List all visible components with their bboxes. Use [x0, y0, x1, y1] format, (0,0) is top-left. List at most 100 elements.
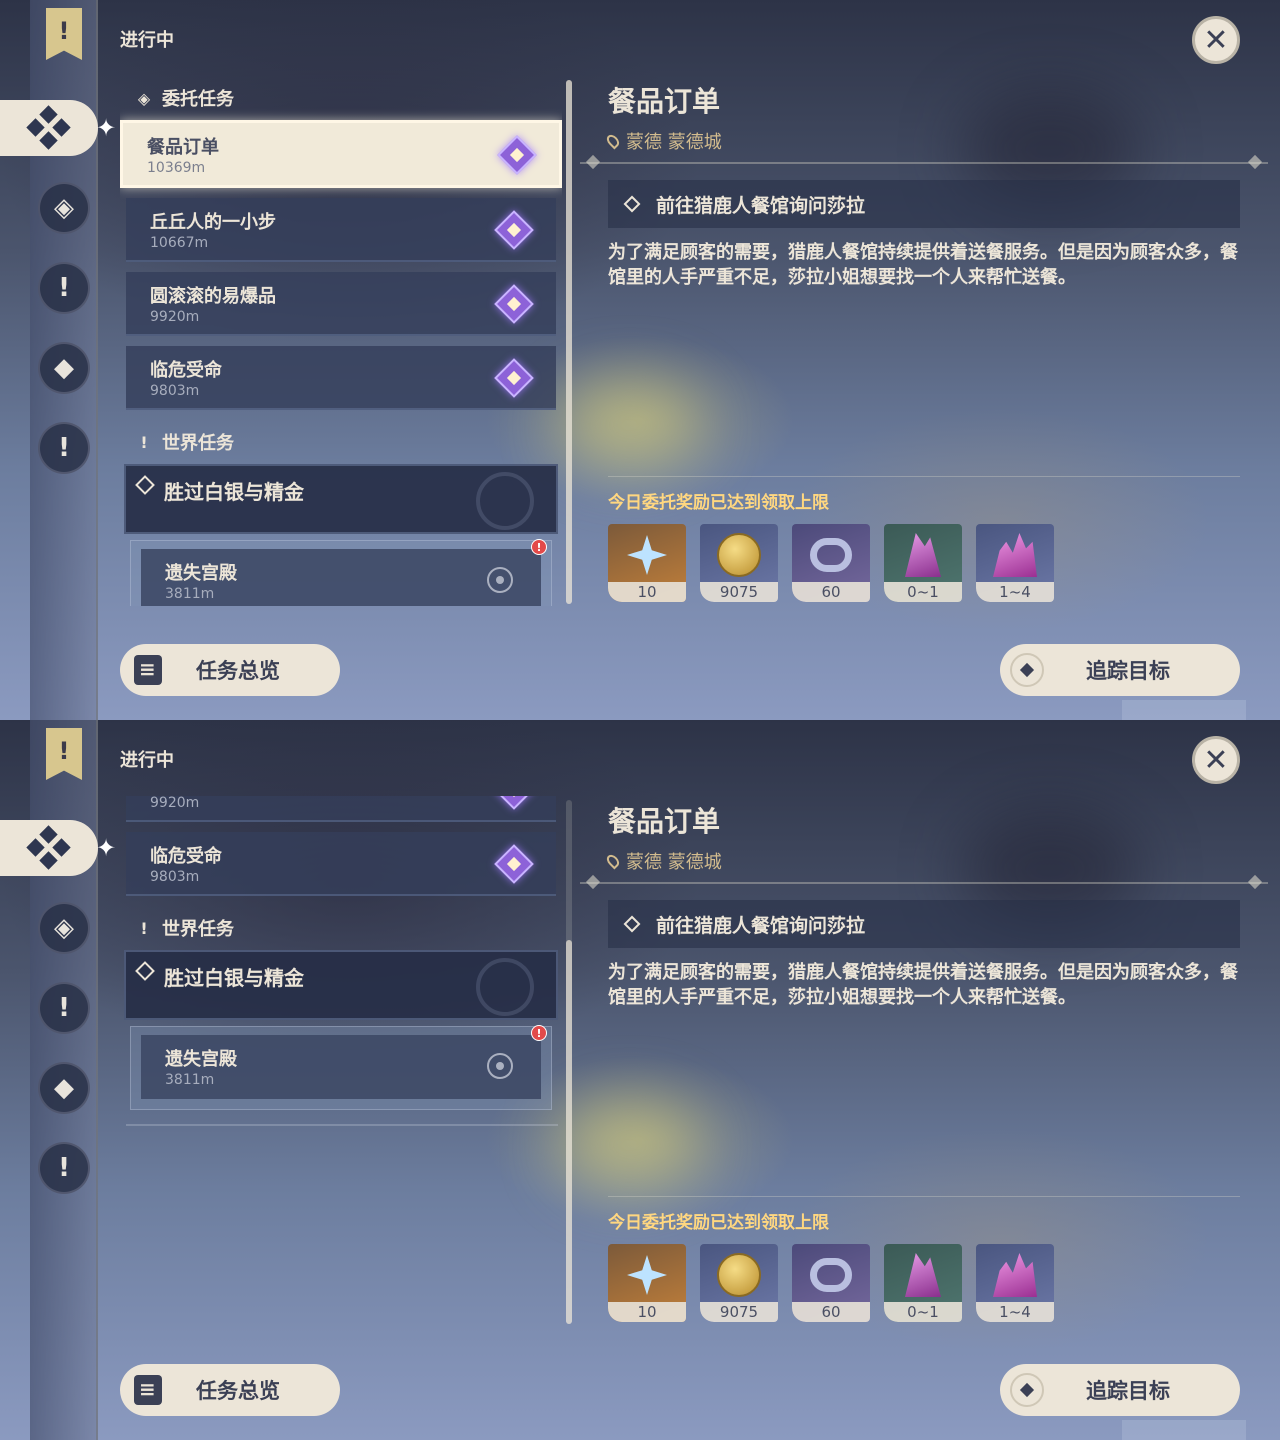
- overview-icon: [134, 655, 162, 685]
- button-label: 追踪目标: [1086, 1379, 1170, 1403]
- track-icon: [1010, 1373, 1044, 1407]
- world-quest-item[interactable]: 胜过白银与精金: [124, 464, 558, 534]
- reward-amount: 10: [608, 1302, 686, 1322]
- commission-badge-icon: [494, 796, 534, 810]
- mora-icon: [714, 1252, 764, 1298]
- quest-distance: 9920m: [150, 309, 200, 325]
- section-title: 进行中: [120, 30, 174, 51]
- quest-item[interactable]: 圆滚滚的易爆品 9920m: [126, 796, 556, 822]
- archon-quest-tab[interactable]: ◈: [38, 902, 90, 954]
- world-quest-name: 胜过白银与精金: [164, 480, 304, 504]
- quest-item[interactable]: 丘丘人的一小步 10667m: [126, 198, 556, 262]
- quest-list-scrollbar[interactable]: [566, 800, 572, 1324]
- close-button[interactable]: ✕: [1192, 736, 1240, 784]
- reward-amount: 1~4: [976, 1302, 1054, 1322]
- reward-item[interactable]: 1~4: [976, 1244, 1054, 1322]
- close-button[interactable]: ✕: [1192, 16, 1240, 64]
- commission-badge-icon: [494, 284, 534, 324]
- quest-list[interactable]: ◈ 委托任务 餐品订单 10369m 丘丘人的一小步 10667m 圆滚滚的易爆…: [120, 76, 562, 606]
- quest-overview-button[interactable]: 任务总览: [120, 644, 340, 696]
- objective-text: 前往猎鹿人餐馆询问莎拉: [656, 194, 866, 217]
- quest-item[interactable]: 圆滚滚的易爆品 9920m: [126, 272, 556, 336]
- commission-tab[interactable]: [0, 100, 98, 156]
- reward-amount: 10: [608, 582, 686, 602]
- reward-item[interactable]: 9075: [700, 1244, 778, 1322]
- primogem-icon: [622, 532, 672, 578]
- mora-icon: [714, 532, 764, 578]
- crystal-cluster-icon: [990, 1252, 1040, 1298]
- world-quest-tab[interactable]: !: [38, 262, 90, 314]
- quest-objective: 前往猎鹿人餐馆询问莎拉: [608, 900, 1240, 948]
- location-pin-icon[interactable]: [487, 567, 513, 593]
- friendship-icon: [806, 1252, 856, 1298]
- sub-quest-container: 遗失宫殿 3811m !: [130, 1025, 552, 1110]
- location-pin-icon[interactable]: [487, 1053, 513, 1079]
- quest-name: 圆滚滚的易爆品: [150, 286, 276, 307]
- world-quest-tab[interactable]: !: [38, 982, 90, 1034]
- sparkle-icon: ✦: [96, 834, 117, 862]
- objective-diamond-icon: [623, 195, 641, 213]
- objective-diamond-icon: [623, 915, 641, 933]
- event-quest-tab[interactable]: ◆: [38, 342, 90, 394]
- reward-item[interactable]: 0~1: [884, 1244, 962, 1322]
- crystal-cluster-icon: [990, 532, 1040, 578]
- quest-list[interactable]: ◈ 委托任务 餐品订单 10369m 丘丘人的一小步 10667m 圆滚滚的易爆…: [120, 796, 562, 1326]
- alert-quest-tab[interactable]: !: [38, 422, 90, 474]
- commission-icon: [26, 105, 71, 150]
- sub-quest-name: 遗失宫殿: [165, 563, 237, 584]
- quest-list-scrollbar[interactable]: [566, 80, 572, 604]
- sparkle-icon: ✦: [96, 114, 117, 142]
- reward-item[interactable]: 9075: [700, 524, 778, 602]
- quest-distance: 9803m: [150, 383, 200, 399]
- archon-quest-tab[interactable]: ◈: [38, 182, 90, 234]
- world-quest-item[interactable]: 胜过白银与精金: [124, 950, 558, 1020]
- reward-item[interactable]: 0~1: [884, 524, 962, 602]
- list-end-divider: [126, 1124, 558, 1126]
- quest-item[interactable]: 临危受命 9803m: [126, 832, 556, 896]
- quest-distance: 9803m: [150, 869, 200, 885]
- event-quest-icon: ◆: [54, 1073, 74, 1103]
- reward-item[interactable]: 60: [792, 524, 870, 602]
- quest-item-selected[interactable]: 餐品订单 10369m: [120, 120, 562, 188]
- quest-item[interactable]: 临危受命 9803m: [126, 346, 556, 410]
- sub-quest-distance: 3811m: [165, 586, 215, 602]
- reward-item[interactable]: 1~4: [976, 524, 1054, 602]
- reward-amount: 9075: [700, 582, 778, 602]
- sub-quest-name: 遗失宫殿: [165, 1049, 237, 1070]
- reward-item[interactable]: 10: [608, 1244, 686, 1322]
- reward-amount: 0~1: [884, 1302, 962, 1322]
- quest-distance: 9920m: [150, 796, 200, 811]
- event-quest-tab[interactable]: ◆: [38, 1062, 90, 1114]
- reward-item[interactable]: 10: [608, 524, 686, 602]
- scroll-thumb[interactable]: [566, 940, 572, 1324]
- detail-location: 蒙德 蒙德城: [604, 128, 1240, 154]
- reward-item[interactable]: 60: [792, 1244, 870, 1322]
- commission-tab[interactable]: [0, 820, 98, 876]
- world-quest-name: 胜过白银与精金: [164, 966, 304, 990]
- friendship-icon: [806, 532, 856, 578]
- quest-overview-button[interactable]: 任务总览: [120, 1364, 340, 1416]
- world-category-icon: !: [140, 918, 148, 938]
- quest-screen-top: ! ✦ ◈ ! ◆ ! 进行中 ✕ ◈ 委托任务 餐品订单 10369m 丘丘人…: [0, 0, 1280, 720]
- button-label: 任务总览: [196, 659, 280, 683]
- alert-quest-tab[interactable]: !: [38, 1142, 90, 1194]
- track-button[interactable]: 追踪目标: [1000, 644, 1240, 696]
- event-quest-icon: ◆: [54, 353, 74, 383]
- location-icon: [604, 132, 622, 150]
- reward-amount: 0~1: [884, 582, 962, 602]
- archon-quest-icon: ◈: [54, 913, 74, 943]
- category-world: ! 世界任务: [120, 420, 562, 464]
- alert-quest-icon: !: [58, 433, 70, 463]
- decor-strip: [1122, 700, 1246, 720]
- reward-amount: 60: [792, 582, 870, 602]
- sub-quest-item[interactable]: 遗失宫殿 3811m: [141, 549, 541, 606]
- scroll-thumb[interactable]: [566, 80, 572, 604]
- commission-badge-icon: [494, 210, 534, 250]
- world-quest-diamond-icon: [135, 961, 155, 981]
- track-button[interactable]: 追踪目标: [1000, 1364, 1240, 1416]
- location-icon: [604, 852, 622, 870]
- quest-name: 丘丘人的一小步: [150, 212, 276, 233]
- reward-list: 10 9075 60 0~1 1~4: [608, 524, 1054, 602]
- decor-strip: [1122, 1420, 1246, 1440]
- sub-quest-item[interactable]: 遗失宫殿 3811m: [141, 1035, 541, 1099]
